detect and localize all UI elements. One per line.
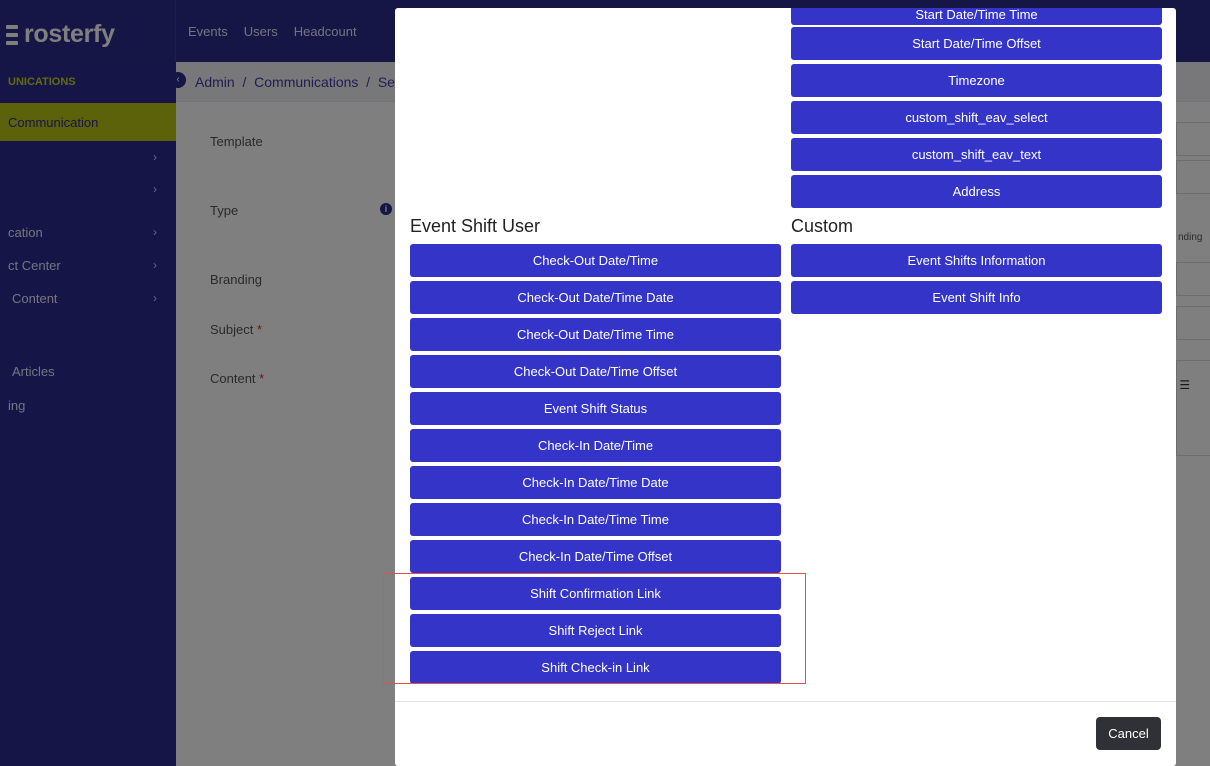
cancel-button[interactable]: Cancel (1096, 717, 1161, 750)
token-button[interactable]: Event Shift Info (791, 281, 1162, 314)
token-button[interactable]: Check-In Date/Time (410, 429, 781, 462)
token-button[interactable]: Check-Out Date/Time (410, 244, 781, 277)
token-button[interactable]: Check-In Date/Time Date (410, 466, 781, 499)
token-button[interactable]: Check-Out Date/Time Time (410, 318, 781, 351)
token-button[interactable]: Check-Out Date/Time Date (410, 281, 781, 314)
token-button[interactable]: Address (791, 175, 1162, 208)
token-button[interactable]: Start Date/Time Time (791, 8, 1162, 25)
highlight-annotation (383, 573, 806, 684)
token-button[interactable]: Check-Out Date/Time Offset (410, 355, 781, 388)
token-button[interactable]: Event Shift Status (410, 392, 781, 425)
token-button[interactable]: Timezone (791, 64, 1162, 97)
token-button[interactable]: custom_shift_eav_select (791, 101, 1162, 134)
token-button[interactable]: Check-In Date/Time Time (410, 503, 781, 536)
section-title-event-shift-user: Event Shift User (410, 216, 541, 236)
modal-footer-divider (395, 701, 1176, 702)
token-button[interactable]: Event Shifts Information (791, 244, 1162, 277)
token-button[interactable]: custom_shift_eav_text (791, 138, 1162, 171)
section-title-custom: Custom (791, 216, 854, 236)
token-button[interactable]: Start Date/Time Offset (791, 27, 1162, 60)
token-button[interactable]: Check-In Date/Time Offset (410, 540, 781, 573)
